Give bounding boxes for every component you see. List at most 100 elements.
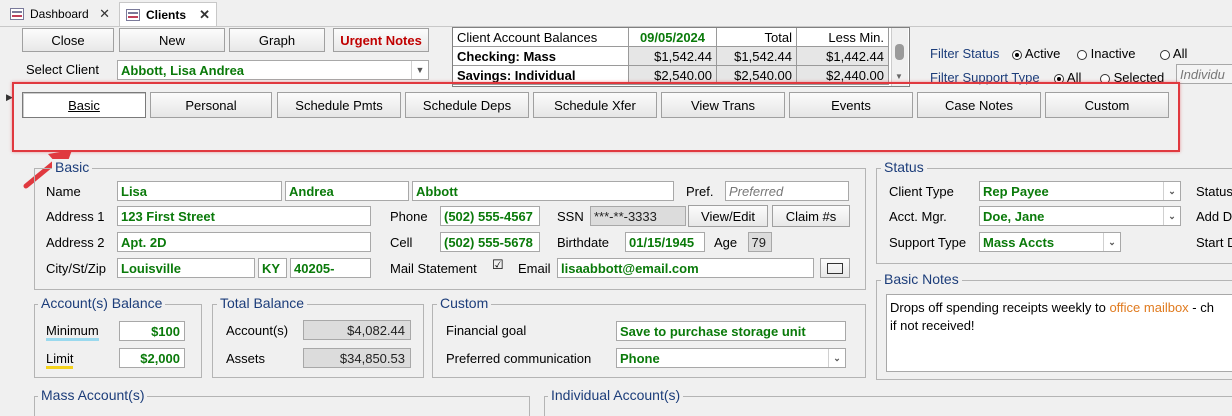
support-type-filter-field[interactable]: Individu	[1176, 64, 1232, 84]
new-button[interactable]: New	[119, 28, 225, 52]
chevron-down-icon[interactable]: ⌄	[1163, 182, 1180, 200]
mail-statement-label: Mail Statement	[390, 261, 477, 276]
total-balance-title: Total Balance	[217, 295, 308, 311]
notes-highlight: office mailbox	[1109, 300, 1189, 315]
address2-field[interactable]: Apt. 2D	[117, 232, 371, 252]
city-field[interactable]: Louisville	[117, 258, 255, 278]
mail-statement-checkbox[interactable]: ☑	[492, 257, 504, 273]
phone-label: Phone	[390, 209, 428, 224]
minimum-field[interactable]: $100	[119, 321, 185, 341]
grid-header-title: Client Account Balances	[453, 28, 629, 47]
notes-text: - ch	[1188, 300, 1214, 315]
client-type-value: Rep Payee	[983, 183, 1049, 199]
individual-accounts-title: Individual Account(s)	[548, 387, 684, 403]
pref-label: Pref.	[686, 184, 714, 199]
preferred-communication-value: Phone	[620, 350, 660, 366]
ssn-field: ***-**-3333	[590, 206, 686, 226]
email-field[interactable]: lisaabbott@email.com	[557, 258, 814, 278]
grid-header-total: Total	[717, 28, 797, 47]
mass-accounts-title: Mass Account(s)	[38, 387, 148, 403]
tab-dashboard[interactable]: Dashboard ✕	[4, 2, 116, 25]
filter-active-option[interactable]: Active	[1012, 46, 1060, 61]
filter-all-label: All	[1172, 46, 1188, 61]
notes-text: Drops off spending receipts weekly to	[890, 300, 1110, 315]
claim-button[interactable]: Claim #s	[772, 205, 850, 227]
graph-button[interactable]: Graph	[229, 28, 325, 52]
close-icon[interactable]: ✕	[199, 7, 210, 23]
last-name-field[interactable]: Abbott	[412, 181, 674, 201]
add-date-label: Add D	[1196, 209, 1232, 224]
preferred-name-field[interactable]: Preferred	[725, 181, 849, 201]
grid-cell: $1,442.44	[797, 47, 889, 66]
form-icon	[126, 8, 140, 21]
accounts-total-label: Account(s)	[226, 323, 289, 338]
select-client-label: Select Client	[26, 62, 99, 77]
grid-header-less-min: Less Min.	[797, 28, 889, 47]
limit-field[interactable]: $2,000	[119, 348, 185, 368]
radio-icon[interactable]	[1160, 49, 1170, 60]
preferred-communication-combo[interactable]: Phone ⌄	[616, 348, 846, 368]
radio-icon[interactable]	[1077, 49, 1087, 60]
address1-label: Address 1	[46, 209, 105, 224]
select-client-value: Abbott, Lisa Andrea	[121, 62, 245, 78]
view-edit-button[interactable]: View/Edit	[688, 205, 768, 227]
grid-scrollbar[interactable]: ▼	[891, 28, 908, 86]
form-icon	[10, 7, 24, 20]
address2-label: Address 2	[46, 235, 105, 250]
close-button[interactable]: Close	[22, 28, 114, 52]
phone-field[interactable]: (502) 555-4567	[440, 206, 540, 226]
name-label: Name	[46, 184, 81, 199]
status-right-label: Status	[1196, 184, 1232, 199]
chevron-down-icon[interactable]: ▼	[411, 61, 428, 79]
scrollbar-thumb[interactable]	[895, 44, 904, 60]
acct-mgr-value: Doe, Jane	[983, 208, 1045, 224]
radio-icon[interactable]	[1012, 49, 1022, 60]
chevron-down-icon[interactable]: ⌄	[1163, 207, 1180, 225]
client-type-label: Client Type	[889, 184, 954, 199]
grid-row-name[interactable]: Checking: Mass	[453, 47, 629, 66]
urgent-notes-button[interactable]: Urgent Notes	[333, 28, 429, 52]
email-button[interactable]	[820, 258, 850, 278]
state-field[interactable]: KY	[258, 258, 287, 278]
basic-notes-textarea[interactable]: Drops off spending receipts weekly to of…	[886, 294, 1232, 372]
highlight-box	[12, 82, 1180, 152]
age-field: 79	[748, 232, 772, 252]
tab-clients-label: Clients	[146, 7, 187, 22]
document-tab-bar: Dashboard ✕ Clients ✕	[0, 0, 1232, 27]
basic-group-title: Basic	[52, 159, 93, 175]
close-icon[interactable]: ✕	[99, 6, 110, 22]
zip-field[interactable]: 40205-	[290, 258, 371, 278]
select-client-combo[interactable]: Abbott, Lisa Andrea ▼	[117, 60, 429, 80]
notes-text: if not received!	[890, 318, 975, 333]
acct-mgr-label: Acct. Mgr.	[889, 209, 947, 224]
city-label: City/St/Zip	[46, 261, 106, 276]
financial-goal-field[interactable]: Save to purchase storage unit	[616, 321, 846, 341]
age-label: Age	[714, 235, 738, 250]
filter-status-label: Filter Status	[930, 46, 1000, 61]
chevron-down-icon[interactable]: ⌄	[828, 349, 845, 367]
filter-all-option[interactable]: All	[1160, 46, 1187, 61]
support-type-combo[interactable]: Mass Accts ⌄	[979, 232, 1121, 252]
grid-cell: $1,542.44	[717, 47, 797, 66]
chevron-down-icon[interactable]: ⌄	[1103, 233, 1120, 251]
tab-clients[interactable]: Clients ✕	[119, 2, 217, 26]
filter-inactive-option[interactable]: Inactive	[1077, 46, 1135, 61]
cell-label: Cell	[390, 235, 413, 250]
middle-name-field[interactable]: Andrea	[285, 181, 409, 201]
client-type-combo[interactable]: Rep Payee ⌄	[979, 181, 1181, 201]
preferred-communication-label: Preferred communication	[446, 351, 592, 366]
first-name-field[interactable]: Lisa	[117, 181, 282, 201]
status-group-title: Status	[881, 159, 927, 175]
scroll-down-icon[interactable]: ▼	[895, 72, 903, 81]
grid-cell: $1,542.44	[629, 47, 717, 66]
acct-mgr-combo[interactable]: Doe, Jane ⌄	[979, 206, 1181, 226]
birthdate-label: Birthdate	[557, 235, 610, 250]
birthdate-field[interactable]: 01/15/1945	[625, 232, 705, 252]
address1-field[interactable]: 123 First Street	[117, 206, 371, 226]
assets-label: Assets	[226, 351, 266, 366]
cell-field[interactable]: (502) 555-5678	[440, 232, 540, 252]
limit-label: Limit	[46, 351, 74, 369]
basic-notes-title: Basic Notes	[881, 271, 962, 287]
minimum-label: Minimum	[46, 323, 99, 341]
account-balance-title: Account(s) Balance	[38, 295, 166, 311]
